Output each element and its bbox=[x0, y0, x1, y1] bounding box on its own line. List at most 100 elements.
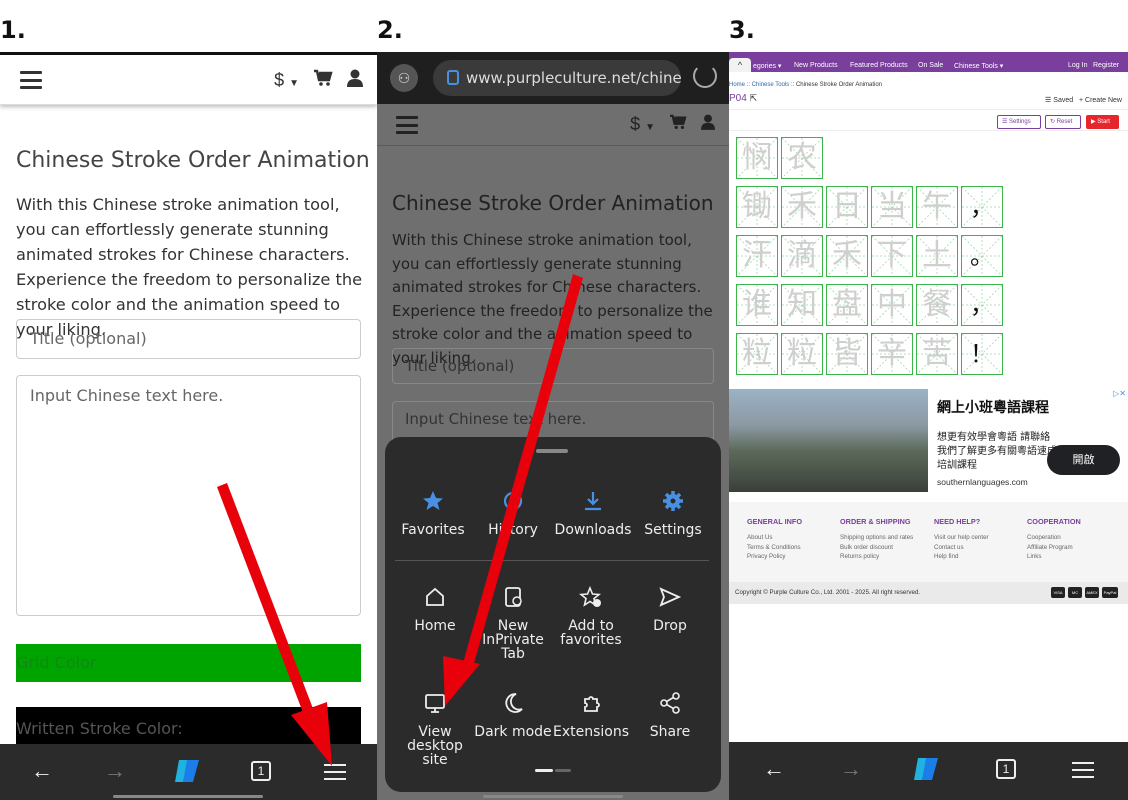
tab-count-button[interactable]: 1 bbox=[996, 759, 1016, 779]
saved-actions: ☰ Saved + Create New bbox=[1045, 96, 1122, 104]
character-cell[interactable]: 下 bbox=[871, 235, 913, 277]
footer-link[interactable]: Shipping options and rates bbox=[840, 533, 913, 543]
character-glyph: 粒 bbox=[787, 336, 817, 371]
character-glyph: 餐 bbox=[922, 287, 952, 322]
breadcrumb-current: Chinese Stroke Order Animation bbox=[795, 82, 882, 88]
character-glyph: 盘 bbox=[832, 287, 862, 322]
character-cell[interactable]: 皆 bbox=[826, 333, 868, 375]
footer-link[interactable]: Affiliate Program bbox=[1027, 543, 1081, 553]
character-cell[interactable]: 日 bbox=[826, 186, 868, 228]
character-glyph: 皆 bbox=[832, 336, 862, 371]
nav-new-products[interactable]: New Products bbox=[794, 62, 838, 69]
footer-column-general: GENERAL INFO About Us Terms & Conditions… bbox=[747, 517, 802, 562]
character-cell[interactable]: ， bbox=[961, 186, 1003, 228]
character-glyph: 滴 bbox=[787, 238, 817, 273]
footer-link[interactable]: Help find bbox=[934, 552, 989, 562]
character-cell[interactable]: 盘 bbox=[826, 284, 868, 326]
footer-column-shipping: ORDER & SHIPPING Shipping options and ra… bbox=[840, 517, 913, 562]
nav-featured-products[interactable]: Featured Products bbox=[850, 62, 908, 69]
character-cell[interactable]: 中 bbox=[871, 284, 913, 326]
character-cell[interactable]: 锄 bbox=[736, 186, 778, 228]
character-cell[interactable]: 辛 bbox=[871, 333, 913, 375]
screenshot-panel-1: $ ▼ Chinese Stroke Order Animation With … bbox=[0, 52, 377, 800]
character-cell[interactable]: 禾 bbox=[826, 235, 868, 277]
character-cell[interactable]: 禾 bbox=[781, 186, 823, 228]
character-glyph: 禾 bbox=[787, 189, 817, 224]
nav-login[interactable]: Log In bbox=[1068, 62, 1087, 69]
character-cell[interactable]: 汗 bbox=[736, 235, 778, 277]
amex-icon: AMEX bbox=[1085, 587, 1099, 598]
footer-link[interactable]: Cooperation bbox=[1027, 533, 1081, 543]
start-label: Start bbox=[1097, 119, 1110, 125]
character-cell[interactable]: ！ bbox=[961, 333, 1003, 375]
character-cell[interactable]: 农 bbox=[781, 137, 823, 179]
footer-heading: GENERAL INFO bbox=[747, 517, 803, 526]
nav-register[interactable]: Register bbox=[1093, 62, 1119, 69]
copyright-text: Copyright © Purple Culture Co., Ltd. 200… bbox=[735, 589, 921, 596]
footer-link[interactable]: Returns policy bbox=[840, 552, 913, 562]
character-cell[interactable]: ， bbox=[961, 284, 1003, 326]
character-cell[interactable]: 。 bbox=[961, 235, 1003, 277]
footer-link[interactable]: About Us bbox=[747, 533, 802, 543]
nav-chinese-tools[interactable]: Chinese Tools ▾ bbox=[954, 62, 1003, 70]
screenshot-panel-2: ⚇ www.purpleculture.net/chinese-s $ ▼ Ch… bbox=[377, 52, 729, 800]
breadcrumb-home[interactable]: Home bbox=[729, 82, 745, 88]
create-new-link[interactable]: + Create New bbox=[1079, 97, 1122, 104]
character-glyph: ！ bbox=[970, 340, 994, 368]
advertisement[interactable]: 網上小班粵語課程 想更有效學會粵語 請聯絡我們了解更多有關粵語速成培訓課程 so… bbox=[729, 389, 1128, 493]
character-glyph: 。 bbox=[970, 242, 994, 270]
character-glyph: 锄 bbox=[742, 189, 772, 224]
character-glyph: 知 bbox=[787, 287, 817, 322]
character-cell[interactable]: 悯 bbox=[736, 137, 778, 179]
product-id: P04 ⇱ bbox=[729, 93, 757, 104]
character-cell[interactable]: 谁 bbox=[736, 284, 778, 326]
character-glyph: 苦 bbox=[922, 336, 952, 371]
character-glyph: ， bbox=[970, 193, 994, 221]
character-cell[interactable]: 午 bbox=[916, 186, 958, 228]
settings-button[interactable]: ☰ Settings bbox=[997, 115, 1041, 129]
character-cell[interactable]: 粒 bbox=[781, 333, 823, 375]
footer-heading: ORDER & SHIPPING bbox=[840, 517, 911, 526]
character-glyph: 下 bbox=[877, 238, 907, 273]
nav-categories[interactable]: egories ▾ bbox=[753, 62, 781, 70]
character-cell[interactable]: 知 bbox=[781, 284, 823, 326]
character-glyph: 土 bbox=[922, 238, 952, 273]
screenshot-panel-3: ^ egories ▾ New Products Featured Produc… bbox=[729, 52, 1128, 800]
forward-icon[interactable]: → bbox=[836, 758, 866, 780]
breadcrumb-tools[interactable]: Chinese Tools bbox=[752, 82, 790, 88]
footer-link[interactable]: Links bbox=[1027, 552, 1081, 562]
browser-menu-button[interactable] bbox=[1072, 762, 1094, 783]
character-cell[interactable]: 苦 bbox=[916, 333, 958, 375]
red-arrow-annotation bbox=[443, 274, 583, 706]
saved-link[interactable]: ☰ Saved bbox=[1045, 97, 1073, 104]
settings-label: Settings bbox=[1009, 119, 1031, 125]
character-cell[interactable]: 土 bbox=[916, 235, 958, 277]
saved-label: Saved bbox=[1053, 97, 1074, 104]
footer-link[interactable]: Privacy Policy bbox=[747, 552, 802, 562]
footer-heading: NEED HELP? bbox=[934, 517, 981, 526]
footer-link[interactable]: Bulk order discount bbox=[840, 543, 913, 553]
ad-close-icon[interactable]: ▷✕ bbox=[1113, 389, 1126, 398]
footer-link[interactable]: Visit our help center bbox=[934, 533, 989, 543]
ad-url: southernlanguages.com bbox=[937, 477, 1028, 487]
ad-open-button[interactable]: 開啟 bbox=[1047, 445, 1120, 475]
chevron-up-icon[interactable]: ^ bbox=[729, 58, 751, 72]
back-icon[interactable]: ← bbox=[759, 758, 789, 780]
character-glyph: 禾 bbox=[832, 238, 862, 273]
external-link-icon[interactable]: ⇱ bbox=[750, 93, 758, 103]
footer-column-cooperation: COOPERATION Cooperation Affiliate Progra… bbox=[1027, 517, 1081, 562]
character-glyph: 当 bbox=[877, 189, 907, 224]
reset-button[interactable]: ↻ Reset bbox=[1045, 115, 1081, 129]
start-button[interactable]: ▶ Start bbox=[1086, 115, 1119, 129]
character-glyph: 中 bbox=[877, 287, 907, 322]
copilot-icon[interactable] bbox=[912, 756, 942, 782]
site-nav-bar: ^ egories ▾ New Products Featured Produc… bbox=[729, 52, 1128, 72]
character-cell[interactable]: 滴 bbox=[781, 235, 823, 277]
character-cell[interactable]: 粒 bbox=[736, 333, 778, 375]
footer-link[interactable]: Contact us bbox=[934, 543, 989, 553]
character-cell[interactable]: 餐 bbox=[916, 284, 958, 326]
character-cell[interactable]: 当 bbox=[871, 186, 913, 228]
nav-on-sale[interactable]: On Sale bbox=[918, 62, 943, 69]
character-glyph: 粒 bbox=[742, 336, 772, 371]
footer-link[interactable]: Terms & Conditions bbox=[747, 543, 802, 553]
